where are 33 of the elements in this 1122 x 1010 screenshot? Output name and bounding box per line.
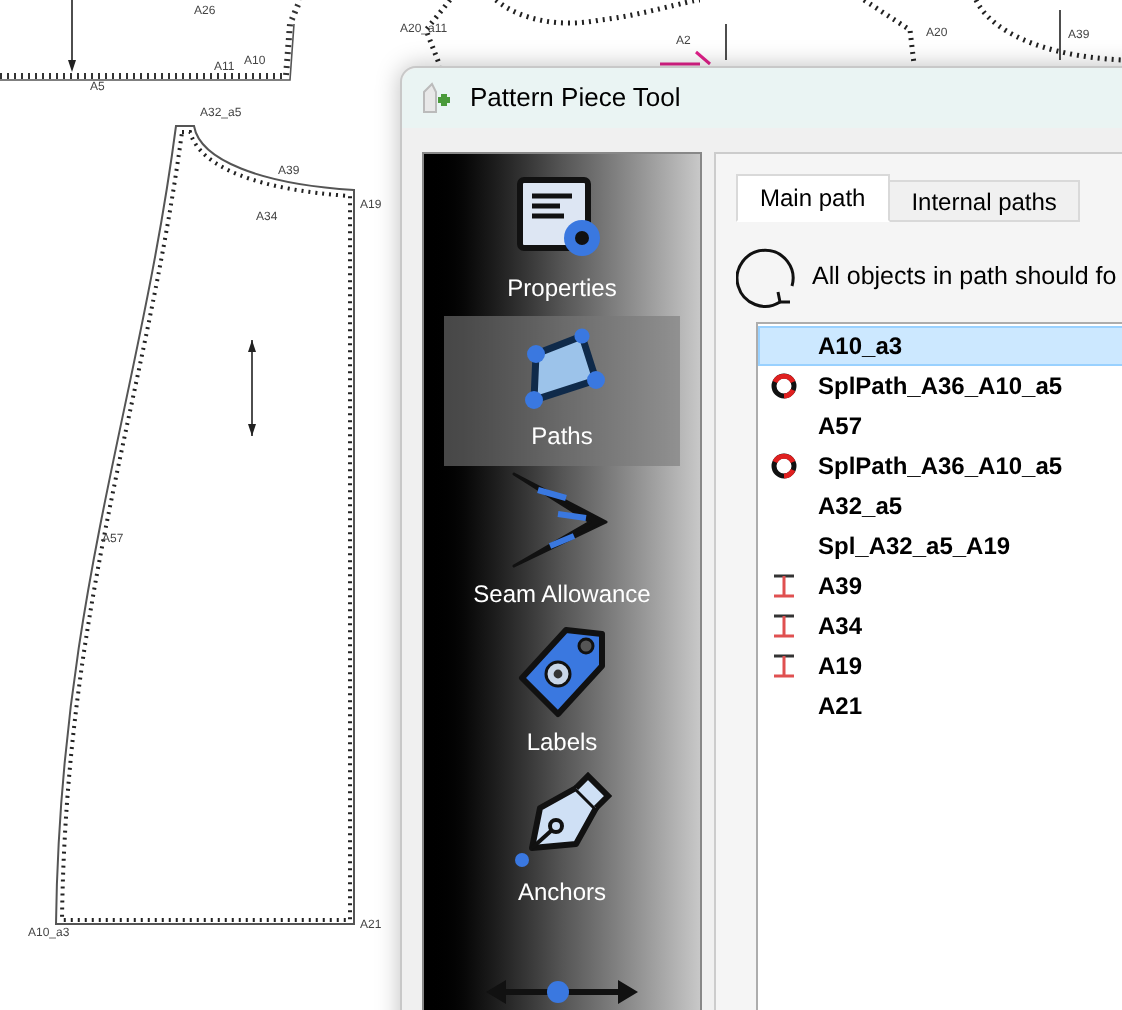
curve-icon [770, 452, 798, 480]
path-list-item[interactable]: SplPath_A36_A10_a5 [758, 366, 1122, 406]
tab[interactable]: Main path [736, 174, 890, 222]
path-list-item[interactable]: Spl_A32_a5_A19 [758, 526, 1122, 566]
path-list-item[interactable]: A57 [758, 406, 1122, 446]
window-title: Pattern Piece Tool [470, 80, 681, 117]
path-list-item[interactable]: A32_a5 [758, 486, 1122, 526]
notice-text: All objects in path should fo [812, 259, 1117, 294]
notch-icon [770, 652, 798, 680]
curve-icon [770, 372, 798, 400]
sidebar-item[interactable]: Labels [444, 616, 680, 766]
slider-arrow-icon [482, 975, 642, 1007]
path-list-item[interactable]: A10_a3 [758, 326, 1122, 366]
pen-nib-icon [512, 772, 612, 868]
sidebar-label: Seam Allowance [473, 578, 651, 612]
tag-icon [514, 622, 610, 718]
sidebar-label: Anchors [517, 876, 607, 910]
path-list-item[interactable]: A21 [758, 686, 1122, 726]
sidebar-item[interactable]: Anchors [444, 766, 680, 916]
path-list-item[interactable]: A34 [758, 606, 1122, 646]
sidebar-item[interactable]: Properties [444, 166, 680, 316]
app-icon [418, 80, 454, 116]
path-list-item[interactable]: SplPath_A36_A10_a5 [758, 446, 1122, 486]
sidebar-label: Paths [531, 420, 593, 454]
sidebar-item[interactable]: Seam Allowance [444, 466, 680, 616]
tab[interactable]: Internal paths [889, 180, 1081, 222]
path-list-item[interactable]: A19 [758, 646, 1122, 686]
sidebar-item[interactable]: Paths [444, 316, 680, 466]
path-list-item[interactable]: A39 [758, 566, 1122, 606]
notch-icon [770, 612, 798, 640]
sidebar-label: Labels [526, 726, 598, 760]
sidebar-label: Properties [507, 272, 617, 306]
notch-icon [770, 572, 798, 600]
